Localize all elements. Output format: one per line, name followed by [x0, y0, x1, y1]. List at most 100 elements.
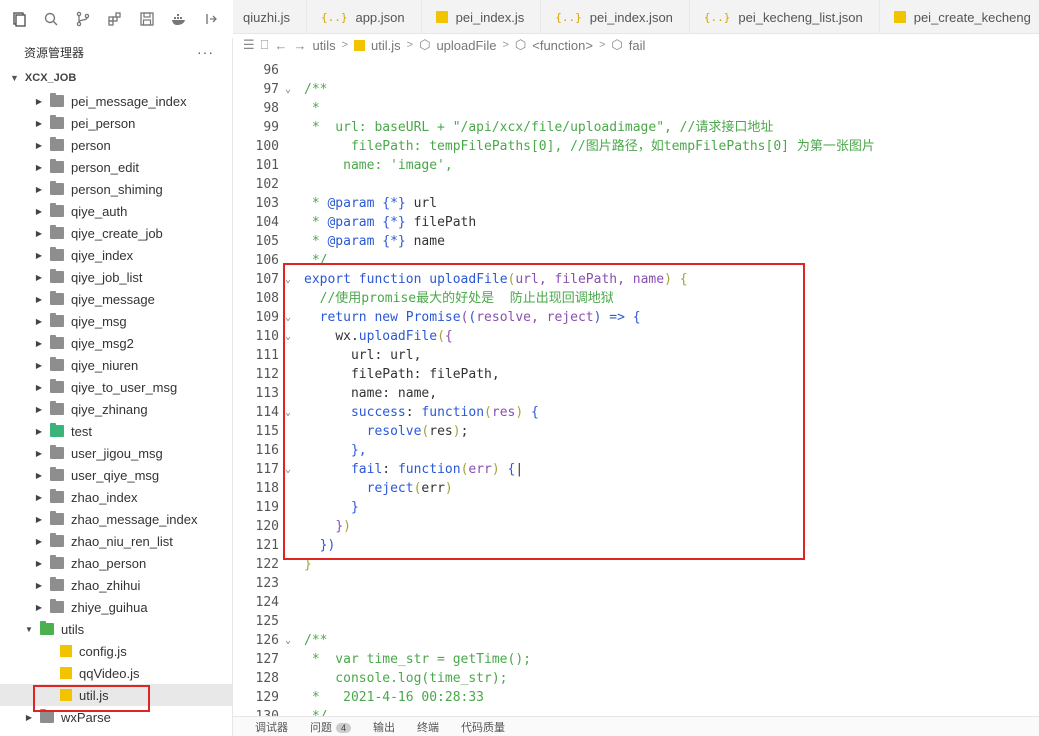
- more-actions-icon[interactable]: ···: [197, 44, 214, 60]
- code-line[interactable]: 100 filePath: tempFilePaths[0], //图片路径，如…: [233, 137, 1039, 156]
- tree-item-qiye-auth[interactable]: ▶ qiye_auth: [0, 200, 232, 222]
- tree-item-qiye-to-user-msg[interactable]: ▶ qiye_to_user_msg: [0, 376, 232, 398]
- fold-chevron-icon[interactable]: ⌄: [285, 460, 297, 479]
- list-icon[interactable]: ☰: [243, 37, 255, 53]
- code-line[interactable]: 126 ⌄ /**: [233, 631, 1039, 650]
- tree-item-test[interactable]: ▶ test: [0, 420, 232, 442]
- tree-item-pei-person[interactable]: ▶ pei_person: [0, 112, 232, 134]
- code-line[interactable]: 117 ⌄ fail: function(err) {|: [233, 460, 1039, 479]
- tree-item-person-shiming[interactable]: ▶ person_shiming: [0, 178, 232, 200]
- code-line[interactable]: 103 * @param {*} url: [233, 194, 1039, 213]
- tree-item-qqvideo-js[interactable]: qqVideo.js: [0, 662, 232, 684]
- source-control-icon[interactable]: [74, 10, 92, 28]
- fold-chevron-icon[interactable]: ⌄: [285, 270, 297, 289]
- tree-item-zhao-niu-ren-list[interactable]: ▶ zhao_niu_ren_list: [0, 530, 232, 552]
- tree-item-config-js[interactable]: config.js: [0, 640, 232, 662]
- tree-item-zhao-index[interactable]: ▶ zhao_index: [0, 486, 232, 508]
- tree-item-util-js[interactable]: util.js: [0, 684, 232, 706]
- tree-item-zhao-person[interactable]: ▶ zhao_person: [0, 552, 232, 574]
- code-line[interactable]: 111 url: url,: [233, 346, 1039, 365]
- breadcrumb-item[interactable]: utils: [312, 38, 335, 53]
- workspace-root[interactable]: ▼ XCX_JOB: [0, 66, 232, 90]
- code-editor[interactable]: 96 97 ⌄/** 98 * 99 * url: baseURL + "/api/xc…: [233, 56, 1039, 716]
- code-line[interactable]: 101 name: 'image',: [233, 156, 1039, 175]
- code-line[interactable]: 116 },: [233, 441, 1039, 460]
- forward-arrow-icon[interactable]: →: [293, 38, 306, 53]
- tab-pei-kecheng-list-json[interactable]: {..} pei_kecheng_list.json: [689, 0, 880, 33]
- code-line[interactable]: 128 console.log(time_str);: [233, 669, 1039, 688]
- back-arrow-icon[interactable]: ←: [274, 38, 287, 53]
- code-line[interactable]: 99 * url: baseURL + "/api/xcx/file/uploa…: [233, 118, 1039, 137]
- tree-item-qiye-zhinang[interactable]: ▶ qiye_zhinang: [0, 398, 232, 420]
- bookmark-icon[interactable]: ⎕: [261, 37, 269, 53]
- tree-item-wxparse[interactable]: ▶ wxParse: [0, 706, 232, 728]
- code-line[interactable]: 107 ⌄ export function uploadFile(url, file…: [233, 270, 1039, 289]
- code-line[interactable]: 110 ⌄ wx.uploadFile({: [233, 327, 1039, 346]
- code-line[interactable]: 113 name: name,: [233, 384, 1039, 403]
- code-line[interactable]: 123: [233, 574, 1039, 593]
- tree-item-qiye-job-list[interactable]: ▶ qiye_job_list: [0, 266, 232, 288]
- tree-item-zhao-zhihui[interactable]: ▶ zhao_zhihui: [0, 574, 232, 596]
- code-line[interactable]: 118 reject(err): [233, 479, 1039, 498]
- extensions-icon[interactable]: [106, 10, 124, 28]
- tree-item-utils[interactable]: ▼ utils: [0, 618, 232, 640]
- code-line[interactable]: 130 */: [233, 707, 1039, 716]
- tree-item-pei-message-index[interactable]: ▶ pei_message_index: [0, 90, 232, 112]
- panel-tab[interactable]: 终端: [417, 719, 439, 735]
- code-line[interactable]: 109 ⌄ return new Promise((resolve, reject…: [233, 308, 1039, 327]
- search-icon[interactable]: [42, 10, 60, 28]
- fold-chevron-icon[interactable]: ⌄: [285, 308, 297, 327]
- code-line[interactable]: 122}: [233, 555, 1039, 574]
- code-line[interactable]: 105 * @param {*} name: [233, 232, 1039, 251]
- tree-item-zhao-message-index[interactable]: ▶ zhao_message_index: [0, 508, 232, 530]
- breadcrumb-item[interactable]: uploadFile: [436, 38, 496, 53]
- tree-item-user-jigou-msg[interactable]: ▶ user_jigou_msg: [0, 442, 232, 464]
- code-line[interactable]: 129 * 2021-4-16 00:28:33: [233, 688, 1039, 707]
- tab-app-json[interactable]: {..} app.json: [306, 0, 422, 33]
- save-icon[interactable]: [138, 10, 156, 28]
- tree-item-user-qiye-msg[interactable]: ▶ user_qiye_msg: [0, 464, 232, 486]
- code-line[interactable]: 96: [233, 61, 1039, 80]
- breadcrumb-item[interactable]: util.js: [371, 38, 401, 53]
- tree-item-qiye-message[interactable]: ▶ qiye_message: [0, 288, 232, 310]
- panel-tab[interactable]: 问题 4: [310, 719, 352, 735]
- split-editor-icon[interactable]: [202, 10, 220, 28]
- code-line[interactable]: 127 * var time_str = getTime();: [233, 650, 1039, 669]
- tree-item-person-edit[interactable]: ▶ person_edit: [0, 156, 232, 178]
- code-line[interactable]: 120 }): [233, 517, 1039, 536]
- code-line[interactable]: 115 resolve(res);: [233, 422, 1039, 441]
- tab-pei-index-js[interactable]: pei_index.js: [421, 0, 542, 33]
- code-line[interactable]: 97 ⌄ /**: [233, 80, 1039, 99]
- tree-item-qiye-msg[interactable]: ▶ qiye_msg: [0, 310, 232, 332]
- tab-pei-index-json[interactable]: {..} pei_index.json: [541, 0, 690, 33]
- files-icon[interactable]: [10, 10, 28, 28]
- fold-chevron-icon[interactable]: ⌄: [285, 403, 297, 422]
- panel-tab[interactable]: 代码质量: [461, 719, 505, 735]
- panel-tab[interactable]: 输出: [373, 719, 395, 735]
- code-line[interactable]: 106 */: [233, 251, 1039, 270]
- code-line[interactable]: 104 * @param {*} filePath: [233, 213, 1039, 232]
- code-line[interactable]: 119 }: [233, 498, 1039, 517]
- docker-icon[interactable]: [170, 10, 188, 28]
- code-line[interactable]: 98 *: [233, 99, 1039, 118]
- fold-chevron-icon[interactable]: ⌄: [285, 327, 297, 346]
- code-line[interactable]: 102: [233, 175, 1039, 194]
- fold-chevron-icon[interactable]: ⌄: [285, 631, 297, 650]
- breadcrumb-item[interactable]: fail: [629, 38, 646, 53]
- tree-item-qiye-niuren[interactable]: ▶ qiye_niuren: [0, 354, 232, 376]
- tree-item-person[interactable]: ▶ person: [0, 134, 232, 156]
- tree-item-zhiye-guihua[interactable]: ▶ zhiye_guihua: [0, 596, 232, 618]
- panel-tab[interactable]: 调试器: [255, 719, 288, 735]
- code-line[interactable]: 125: [233, 612, 1039, 631]
- tab-pei-create-kecheng[interactable]: pei_create_kecheng: [879, 0, 1039, 33]
- code-line[interactable]: 108 //使用promise最大的好处是 防止出现回调地狱: [233, 289, 1039, 308]
- tree-item-qiye-msg2[interactable]: ▶ qiye_msg2: [0, 332, 232, 354]
- breadcrumb-item[interactable]: <function>: [532, 38, 593, 53]
- code-line[interactable]: 124: [233, 593, 1039, 612]
- fold-chevron-icon[interactable]: ⌄: [285, 80, 297, 99]
- code-line[interactable]: 114 ⌄ success: function(res) {: [233, 403, 1039, 422]
- tree-item-qiye-create-job[interactable]: ▶ qiye_create_job: [0, 222, 232, 244]
- tree-item-qiye-index[interactable]: ▶ qiye_index: [0, 244, 232, 266]
- tab-qiuzhi-js[interactable]: qiuzhi.js: [233, 0, 307, 33]
- code-line[interactable]: 112 filePath: filePath,: [233, 365, 1039, 384]
